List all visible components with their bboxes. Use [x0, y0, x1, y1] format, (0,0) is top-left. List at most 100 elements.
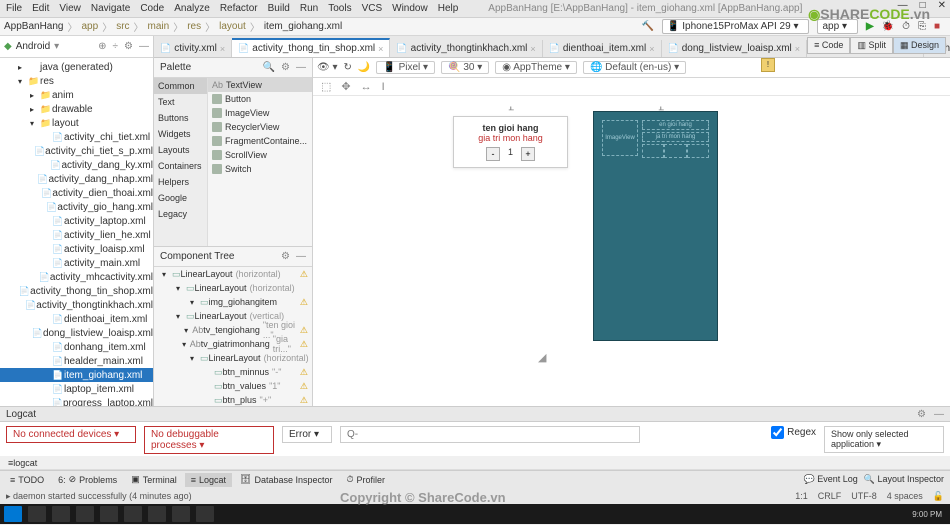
project-tree[interactable]: ▸ java (generated)▾📁 res▸📁 anim▸📁 drawab… [0, 58, 153, 406]
zoom-icon[interactable]: ↔ [361, 81, 372, 93]
gear-icon[interactable]: ⚙ [124, 41, 133, 52]
tree-item[interactable]: 📄 activity_dang_nhap.xml [0, 172, 153, 186]
menu-build[interactable]: Build [268, 3, 290, 14]
palette-category[interactable]: Layouts [154, 142, 207, 158]
cursor-icon[interactable]: I [382, 81, 385, 93]
run-icon[interactable]: ▶ [866, 21, 874, 32]
api-pill[interactable]: 🍭 30 ▾ [441, 61, 489, 74]
device-selector[interactable]: 📱 Iphone15ProMax API 29 ▾ [662, 19, 809, 34]
menu-refactor[interactable]: Refactor [220, 3, 258, 14]
night-icon[interactable]: 🌙 [358, 62, 370, 73]
editor-tab[interactable]: 📄dienthoai_item.xml× [543, 40, 662, 57]
close-icon[interactable]: ✕ [938, 0, 946, 11]
plus-button[interactable]: + [521, 147, 535, 161]
palette-item[interactable]: Switch [208, 162, 312, 176]
tree-item[interactable]: 📄 activity_lien_he.xml [0, 228, 153, 242]
tree-item[interactable]: ▾📁 res [0, 74, 153, 88]
orientation-icon[interactable]: ↻ [344, 62, 352, 73]
taskbar-app[interactable] [100, 506, 118, 522]
level-dropdown[interactable]: Error ▾ [282, 426, 332, 443]
menu-file[interactable]: File [6, 3, 22, 14]
component-tree[interactable]: ▾▭ LinearLayout(horizontal)⚠▾▭ LinearLay… [154, 267, 312, 406]
tree-item[interactable]: ▾📁 layout [0, 116, 153, 130]
search-icon[interactable]: 🔍 [263, 62, 275, 73]
taskbar-app[interactable] [196, 506, 214, 522]
tab-todo[interactable]: ≡ TODO [4, 473, 50, 487]
design-canvas[interactable]: ⫠ ⫠ ten gioi hang gia tri mon hang - 1 + [313, 96, 950, 406]
lock-icon[interactable]: 🔓 [933, 491, 944, 502]
filter-dropdown[interactable]: Show only selected application ▾ [824, 426, 944, 453]
component-row[interactable]: ▾▭ LinearLayout(horizontal) [154, 351, 312, 365]
taskbar-app[interactable] [52, 506, 70, 522]
tree-item[interactable]: 📄 progress_laptop.xml [0, 396, 153, 406]
locale-pill[interactable]: 🌐 Default (en-us) ▾ [583, 61, 686, 74]
encoding[interactable]: UTF-8 [851, 491, 877, 502]
tree-item[interactable]: 📄 activity_chi_tiet.xml [0, 130, 153, 144]
crumb-app[interactable]: app [82, 21, 99, 32]
palette-items[interactable]: Ab TextView Button ImageView RecyclerVie… [208, 78, 312, 246]
view-split[interactable]: ▥ Split [850, 37, 893, 54]
tree-item[interactable]: 📄 healder_main.xml [0, 354, 153, 368]
layout-inspector-link[interactable]: 🔍 Layout Inspector [864, 474, 944, 485]
palette-category[interactable]: Helpers [154, 174, 207, 190]
crumb-main[interactable]: main [148, 21, 170, 32]
maximize-icon[interactable]: □ [920, 0, 926, 11]
target-icon[interactable]: ⊕ [98, 41, 106, 52]
hide-icon[interactable]: — [139, 41, 149, 52]
palette-category[interactable]: Widgets [154, 126, 207, 142]
tree-item[interactable]: ▸ java (generated) [0, 60, 153, 74]
tree-item[interactable]: 📄 activity_laptop.xml [0, 214, 153, 228]
menu-tools[interactable]: Tools [328, 3, 351, 14]
hide-icon[interactable]: — [296, 251, 306, 262]
gear-icon[interactable]: ⚙ [917, 409, 926, 420]
palette-categories[interactable]: CommonTextButtonsWidgetsLayoutsContainer… [154, 78, 208, 246]
menu-vcs[interactable]: VCS [362, 3, 383, 14]
menu-code[interactable]: Code [140, 3, 164, 14]
component-row[interactable]: ▭ btn_values"1"⚠ [154, 379, 312, 393]
logcat-search[interactable] [340, 426, 640, 443]
tree-item[interactable]: 📄 activity_thongtinkhach.xml [0, 298, 153, 312]
minimize-icon[interactable]: — [898, 0, 908, 11]
tree-item[interactable]: 📄 activity_mhcactivity.xml [0, 270, 153, 284]
palette-item[interactable]: Button [208, 92, 312, 106]
gear-icon[interactable]: ⚙ [281, 62, 290, 73]
gear-icon[interactable]: ⚙ [281, 251, 290, 262]
crumb-file[interactable]: item_giohang.xml [264, 21, 342, 32]
tree-item[interactable]: 📄 activity_loaisp.xml [0, 242, 153, 256]
palette-item-header[interactable]: Ab TextView [208, 78, 312, 92]
editor-tab[interactable]: 📄activity_thongtinkhach.xml× [390, 40, 542, 57]
tab-terminal[interactable]: ▣ Terminal [125, 472, 183, 487]
tree-item[interactable]: 📄 activity_gio_hang.xml [0, 200, 153, 214]
event-log-link[interactable]: 💬 Event Log [803, 474, 857, 485]
menu-view[interactable]: View [59, 3, 81, 14]
component-row[interactable]: ▾▭ LinearLayout(horizontal) [154, 281, 312, 295]
resize-handle-icon[interactable]: ◢ [538, 351, 546, 364]
app-selector[interactable]: app ▾ [817, 19, 858, 34]
view-options-icon[interactable]: 👁 ▾ [317, 62, 338, 73]
device-pill[interactable]: 📱 Pixel ▾ [376, 61, 435, 74]
editor-tab[interactable]: 📄dong_listview_loaisp.xml× [662, 40, 808, 57]
component-row[interactable]: ▭ btn_plus"+"⚠ [154, 393, 312, 406]
tree-item[interactable]: 📄 dienthoai_item.xml [0, 312, 153, 326]
tree-item[interactable]: 📄 activity_thong_tin_shop.xml [0, 284, 153, 298]
start-icon[interactable] [4, 506, 22, 522]
taskbar-clock[interactable]: 9:00 PM [912, 510, 946, 519]
palette-item[interactable]: ImageView [208, 106, 312, 120]
tree-item[interactable]: 📄 item_giohang.xml [0, 368, 153, 382]
hide-icon[interactable]: — [296, 62, 306, 73]
attach-icon[interactable]: ⎘ [918, 21, 926, 32]
palette-category[interactable]: Buttons [154, 110, 207, 126]
view-code[interactable]: ≡ Code [807, 37, 850, 54]
hide-icon[interactable]: — [934, 409, 944, 420]
component-row[interactable]: ▾▭ img_giohangitem⚠ [154, 295, 312, 309]
theme-pill[interactable]: ◉ AppTheme ▾ [495, 61, 577, 74]
hammer-icon[interactable]: 🔨 [642, 21, 654, 32]
menu-analyze[interactable]: Analyze [174, 3, 210, 14]
tree-item[interactable]: ▸📁 drawable [0, 102, 153, 116]
tree-item[interactable]: 📄 activity_chi_tiet_s_p.xml [0, 144, 153, 158]
debug-icon[interactable]: 🐞 [882, 21, 894, 32]
tree-item[interactable]: ▸📁 anim [0, 88, 153, 102]
tree-item[interactable]: 📄 activity_dang_ky.xml [0, 158, 153, 172]
collapse-icon[interactable]: ÷ [113, 41, 119, 52]
palette-category[interactable]: Containers [154, 158, 207, 174]
